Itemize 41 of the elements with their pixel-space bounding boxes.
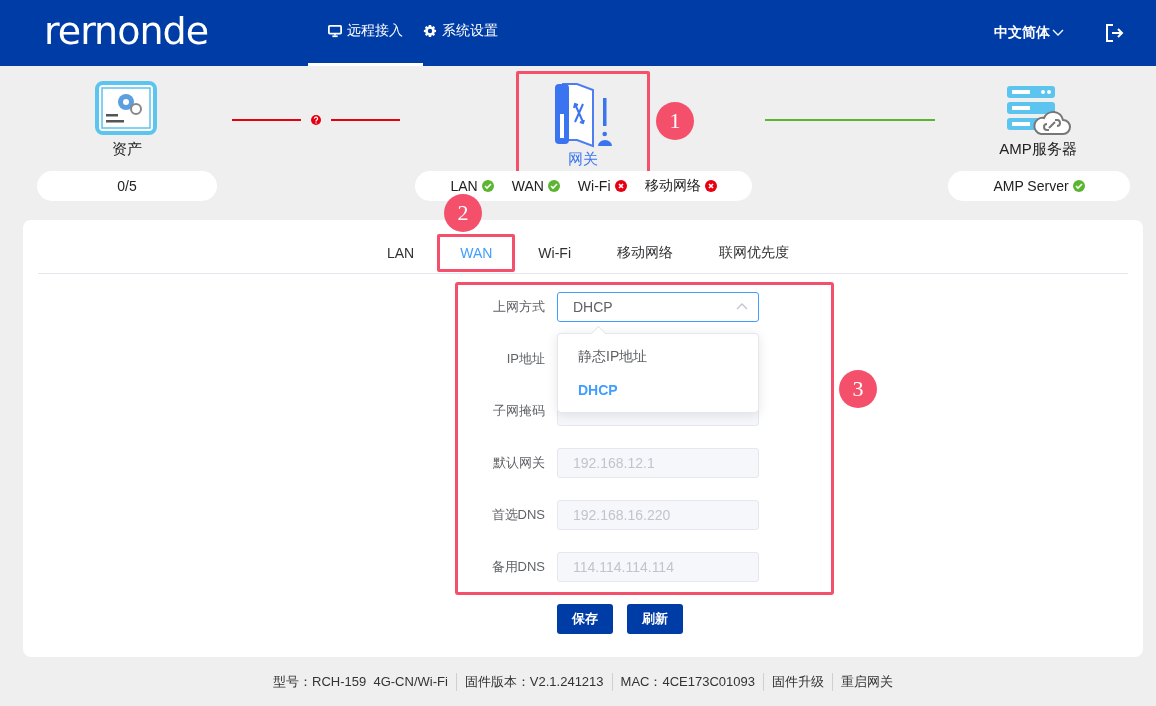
action-button[interactable]: 保存 bbox=[557, 604, 613, 634]
monitor-icon bbox=[328, 23, 343, 38]
asset-icon bbox=[94, 80, 160, 138]
tab[interactable]: LAN bbox=[363, 234, 438, 272]
action-button[interactable]: 刷新 bbox=[627, 604, 683, 634]
tab[interactable]: Wi-Fi bbox=[515, 234, 594, 272]
server-icon bbox=[1005, 84, 1071, 138]
help-icon bbox=[311, 115, 321, 125]
footer-item: MAC：4CE173C01093 bbox=[611, 673, 763, 691]
annotation-marker: 3 bbox=[839, 370, 877, 408]
status-label: Wi-Fi bbox=[577, 178, 611, 194]
field-label: 上网方式 bbox=[492, 298, 545, 316]
tab[interactable]: 联网优先度 bbox=[696, 234, 812, 272]
settings-icon bbox=[423, 23, 438, 38]
dropdown-option[interactable]: 静态IP地址 bbox=[558, 340, 758, 373]
footer-item: 型号：RCH-159 4G-CN/Wi-Fi bbox=[272, 673, 449, 691]
language-select[interactable]: 中文简体 bbox=[994, 0, 1064, 66]
field-label: 备用DNS bbox=[490, 558, 545, 576]
field-label: 子网掩码 bbox=[492, 402, 545, 420]
field-label: 首选DNS bbox=[490, 506, 545, 524]
status-label: AMP Server bbox=[993, 178, 1069, 194]
footer-item: 重启网关 bbox=[831, 673, 901, 691]
field-label: IP地址 bbox=[505, 350, 545, 368]
field-label: 默认网关 bbox=[492, 454, 545, 472]
status-label: 0/5 bbox=[117, 178, 137, 194]
node-label: 网关 bbox=[568, 150, 598, 169]
node-label: 资产 bbox=[112, 140, 142, 159]
link-line bbox=[331, 119, 400, 121]
logout-icon[interactable] bbox=[1104, 23, 1124, 43]
node-label: AMP服务器 bbox=[999, 140, 1077, 159]
status-label: LAN bbox=[450, 178, 478, 194]
tab[interactable]: 移动网络 bbox=[594, 234, 696, 272]
status-label: WAN bbox=[511, 178, 544, 194]
annotation-marker: 2 bbox=[444, 194, 482, 232]
annotation-marker: 1 bbox=[656, 102, 694, 140]
status-label: 移动网络 bbox=[644, 177, 701, 195]
footer-item: 固件版本：V2.1.241213 bbox=[455, 673, 612, 691]
nav-tab[interactable]: 远程接入 bbox=[308, 0, 424, 66]
nav-tab[interactable]: 系统设置 bbox=[423, 0, 519, 66]
footer-item: 固件升级 bbox=[762, 673, 832, 691]
logo: rernonde bbox=[44, 9, 209, 53]
